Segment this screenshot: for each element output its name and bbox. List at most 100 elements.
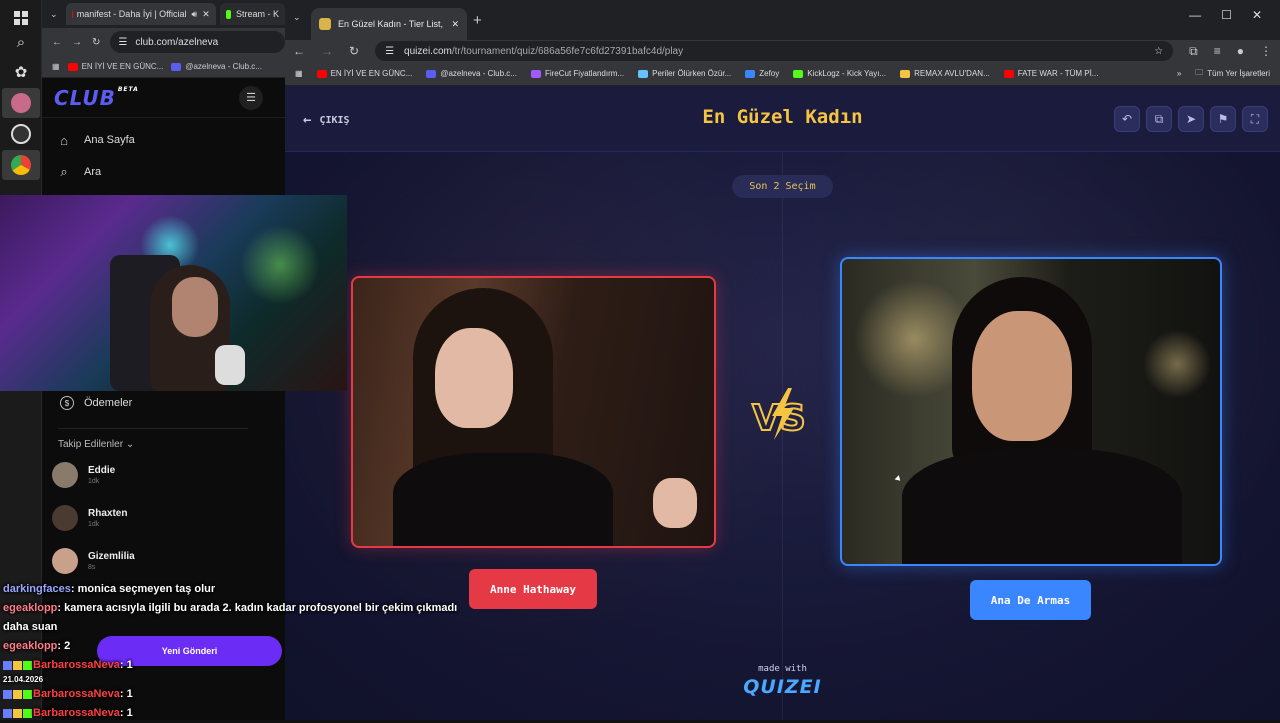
maximize-icon[interactable]: ☐ [1221,8,1232,22]
left-tab-youtube[interactable]: manifest - Daha İyi | Official 🔊︎ ✕ [66,3,216,25]
following-name: Gizemlilia [88,551,135,562]
choose-right-button[interactable]: Ana De Armas [970,580,1091,620]
minimize-icon[interactable]: — [1189,8,1201,22]
following-time: 1dk [88,478,115,485]
badge-icon [3,709,12,718]
bookmark-7[interactable]: FATE WAR - TÜM Pİ... [1004,69,1099,78]
quiz-toolbar: ↶ ⧉ ➤ ⚑ ⛶ [1114,106,1268,132]
bookmark-3[interactable]: Periler Ölürken Özür... [638,69,731,78]
tab-quizei[interactable]: En Güzel Kadın - Tier List, Kör S ✕ [311,8,467,40]
chat-user: BarbarossaNeva [33,659,120,671]
left-tab-label: manifest - Daha İyi | Official [77,9,187,19]
extensions-icon[interactable]: ⧉ [1189,44,1198,59]
photo-body [393,453,613,548]
nav-item-search[interactable]: ⌕Ara [56,156,271,188]
following-header[interactable]: Takip Edilenler ⌄ [58,428,248,450]
media-icon[interactable]: ≡ [1214,44,1221,58]
left-name-label: Anne Hathaway [490,583,576,596]
left-url-field[interactable]: ☰ club.com/azelneva [110,31,285,53]
chat-text: : 1 [120,659,133,671]
url-field[interactable]: ☰ quizei.com/tr/tournament/quiz/686a56fe… [375,41,1173,61]
folder-icon: 🗀︎ [1195,67,1203,81]
close-icon[interactable]: ✕ [202,9,210,20]
new-tab-icon[interactable]: + [473,12,482,29]
tab-title: En Güzel Kadın - Tier List, Kör S [338,19,444,29]
avatar [52,462,78,488]
choose-left-button[interactable]: Anne Hathaway [469,569,597,609]
bookmark-label: FireCut Fiyatlandırm... [545,69,624,78]
reload-icon[interactable]: ↻ [349,44,359,58]
nav-item-home[interactable]: ⌂Ana Sayfa [56,124,271,156]
following-item[interactable]: Eddie1dk [42,450,285,493]
site-info-icon[interactable]: ☰ [385,46,394,57]
back-icon[interactable]: ← [52,37,62,48]
url-path: /tr/tournament/quiz/686a56fe7c6fd27391ba… [452,46,683,57]
forward-icon[interactable]: → [72,37,82,48]
bookmark-label: Periler Ölürken Özür... [652,69,731,78]
menu-icon[interactable]: ☰ [239,86,263,110]
copy-icon[interactable]: ⧉ [1146,106,1172,132]
fullscreen-icon[interactable]: ⛶ [1242,106,1268,132]
taskbar-app-obs[interactable] [2,119,40,149]
profile-icon[interactable]: ● [1237,44,1244,58]
chat-text: : kamera acısıyla ilgili bu arada 2. kad… [57,602,457,614]
bookmark-6[interactable]: REMAX AVLU'DAN... [900,69,990,78]
club-logo[interactable]: CLUBBETA [54,86,139,110]
star-icon[interactable]: ☆ [1154,46,1163,57]
beta-badge: BETA [118,86,139,93]
bookmark-label: REMAX AVLU'DAN... [914,69,990,78]
club-icon [171,63,181,71]
left-tab-kick[interactable]: Stream - K [220,3,285,25]
search-icon[interactable]: ⌕ [9,30,33,54]
taskbar-app-discord[interactable] [2,88,40,118]
taskbar-app-chrome[interactable] [2,150,40,180]
forward-icon[interactable]: → [321,44,333,58]
bookmark-4[interactable]: Zefoy [745,69,779,78]
left-bookmarks-bar: ▦ EN İYİ VE EN GÜNC... @azelneva - Club.… [42,56,285,78]
following-item[interactable]: Gizemlilia8s [42,536,285,579]
share-icon[interactable]: ➤ [1178,106,1204,132]
chat-date: 21.04.2026 [0,675,470,685]
flag-icon[interactable]: ⚑ [1210,106,1236,132]
bookmark-0[interactable]: EN İYİ VE EN GÜNC... [317,69,413,78]
reload-icon[interactable]: ↻ [92,37,100,48]
nav-label: Ara [84,166,101,178]
bookmark-label: Tüm Yer İşaretleri [1207,69,1270,78]
following-time: 1dk [88,521,127,528]
round-badge: Son 2 Seçim [732,175,833,198]
nav-item-payments[interactable]: $Ödemeler [42,392,285,414]
chat-text: : 1 [120,688,133,700]
close-window-icon[interactable]: ✕ [1252,8,1262,22]
left-bookmark-1[interactable]: @azelneva - Club.c... [171,62,262,71]
choice-card-left[interactable] [351,276,716,548]
all-bookmarks[interactable]: 🗀︎ Tüm Yer İşaretleri [1195,67,1270,81]
more-bookmarks-icon[interactable]: » [1177,69,1181,78]
quizei-favicon [319,18,331,30]
close-icon[interactable]: ✕ [451,19,459,30]
following-item[interactable]: Rhaxten1dk [42,493,285,536]
apps-icon[interactable]: ▦ [52,62,60,71]
chat-message: darkingfaces: monica seçmeyen taş olur [0,580,470,599]
nav-label: Ödemeler [84,397,132,409]
bookmark-2[interactable]: FireCut Fiyatlandırm... [531,69,624,78]
tab-list-icon[interactable]: ⌄ [46,9,62,20]
tab-search-icon[interactable]: ⌄ [293,12,301,23]
bookmark-1[interactable]: @azelneva - Club.c... [426,69,517,78]
photo-face [435,328,513,428]
speaker-icon[interactable]: 🔊︎ [192,9,198,20]
left-tab-label: Stream - K [236,9,279,19]
choice-card-right[interactable] [840,257,1222,566]
left-bookmark-0[interactable]: EN İYİ VE EN GÜNC... [68,62,164,71]
bookmarks-bar: ▦ EN İYİ VE EN GÜNC... @azelneva - Club.… [285,62,1280,86]
badge-icon [23,709,32,718]
back-icon[interactable]: ← [293,44,305,58]
chatgpt-icon[interactable]: ✿ [9,60,33,84]
undo-icon[interactable]: ↶ [1114,106,1140,132]
windows-start-icon[interactable] [9,6,33,30]
site-icon [638,70,648,78]
bookmark-5[interactable]: KickLogz - Kick Yayı... [793,69,886,78]
more-icon[interactable]: ⋮ [1260,44,1272,58]
apps-icon[interactable]: ▦ [295,69,303,78]
chat-user: BarbarossaNeva [33,688,120,700]
site-info-icon[interactable]: ☰ [118,37,127,48]
